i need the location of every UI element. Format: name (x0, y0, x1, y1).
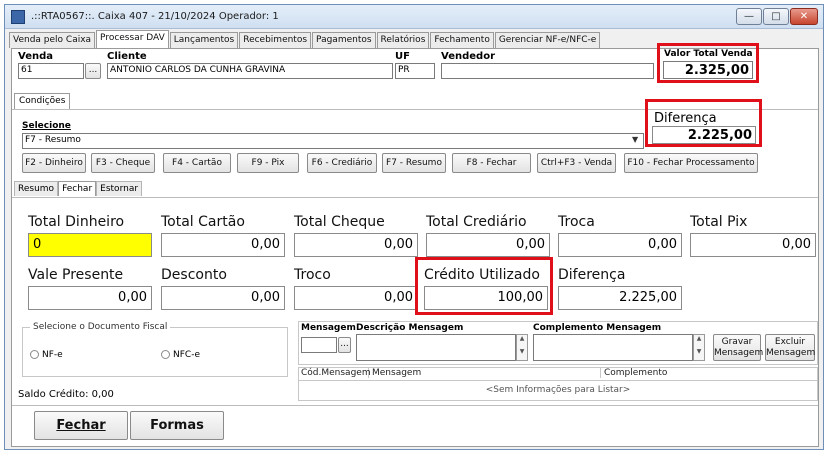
desconto-input[interactable]: 0,00 (161, 286, 285, 310)
chevron-down-icon[interactable]: ▼ (632, 135, 638, 144)
ctrl-f3-venda-button[interactable]: Ctrl+F3 - Venda (537, 153, 616, 173)
tab-resumo[interactable]: Resumo (14, 181, 59, 196)
mensagem-code-field[interactable] (301, 337, 337, 353)
tab-fechar[interactable]: Fechar (58, 181, 97, 196)
cliente-field[interactable]: ANTONIO CARLOS DA CUNHA GRAVINA (107, 63, 393, 79)
descricao-mensagem-label: Descrição Mensagem (356, 323, 464, 333)
sub-tabs: Resumo Fechar Estornar (14, 181, 143, 197)
window-title: .::RTA0567::. Caixa 407 - 21/10/2024 Ope… (31, 11, 279, 22)
maximize-icon[interactable]: □ (763, 8, 789, 25)
total-cheque-input[interactable]: 0,00 (294, 233, 418, 257)
tab-processar-dav[interactable]: Processar DAV (96, 30, 169, 48)
saldo-credito-label: Saldo Crédito: 0,00 (18, 389, 114, 400)
grid-column-mensagem[interactable]: Mensagem (369, 368, 601, 378)
title-bar: .::RTA0567::. Caixa 407 - 21/10/2024 Ope… (5, 5, 823, 29)
troca-input[interactable]: 0,00 (558, 233, 682, 257)
processar-dav-panel: Venda 61 ... Cliente ANTONIO CARLOS DA C… (11, 43, 819, 447)
vendedor-label: Vendedor (441, 51, 495, 62)
radio-nfce[interactable]: NFC-e (161, 350, 200, 360)
venda-label: Venda (18, 51, 53, 62)
total-crediario-input[interactable]: 0,00 (426, 233, 550, 257)
f9-pix-button[interactable]: F9 - Pix (237, 153, 299, 173)
tab-pagamentos[interactable]: Pagamentos (312, 32, 376, 48)
descricao-scroll[interactable]: ▲ ▼ (516, 334, 528, 361)
total-cartao-input[interactable]: 0,00 (161, 233, 285, 257)
total-dinheiro-label: Total Dinheiro (28, 214, 125, 230)
tab-estornar[interactable]: Estornar (96, 181, 143, 196)
tab-venda-pelo-caixa[interactable]: Venda pelo Caixa (9, 32, 96, 48)
vendedor-field[interactable] (441, 63, 654, 79)
minimize-icon[interactable]: — (736, 8, 762, 25)
vale-presente-label: Vale Presente (28, 267, 124, 283)
tab-recebimentos[interactable]: Recebimentos (239, 32, 312, 48)
f3-cheque-button[interactable]: F3 - Cheque (91, 153, 155, 173)
vale-presente-input[interactable]: 0,00 (28, 286, 152, 310)
f2-dinheiro-button[interactable]: F2 - Dinheiro (22, 153, 86, 173)
troca-label: Troca (558, 214, 595, 230)
radio-button-icon[interactable] (161, 350, 170, 359)
mensagem-grid-header: Cód.Mensagem Mensagem Complemento (298, 367, 818, 381)
diferenca-top-value: 2.225,00 (652, 126, 756, 144)
credito-utilizado-input[interactable]: 100,00 (424, 286, 548, 310)
diferenca-label: Diferença (558, 267, 626, 283)
uf-label: UF (395, 51, 410, 62)
radio-nfe[interactable]: NF-e (30, 350, 63, 360)
f4-cartao-button[interactable]: F4 - Cartão (163, 153, 231, 173)
mensagem-label: Mensagem (301, 323, 356, 333)
uf-field[interactable]: PR (395, 63, 435, 79)
complemento-scroll[interactable]: ▲ ▼ (693, 334, 705, 361)
excluir-mensagem-button[interactable]: Excluir Mensagem (765, 334, 815, 361)
descricao-mensagem-field[interactable] (356, 334, 516, 361)
grid-column-complemento[interactable]: Complemento (601, 368, 815, 378)
troco-label: Troco (294, 267, 331, 283)
formas-button[interactable]: Formas (130, 411, 224, 440)
f6-crediario-button[interactable]: F6 - Crediário (307, 153, 377, 173)
radio-button-icon[interactable] (30, 350, 39, 359)
grid-empty-text: <Sem Informações para Listar> (485, 385, 631, 395)
gravar-mensagem-button[interactable]: Gravar Mensagem (713, 334, 763, 361)
tab-condicoes[interactable]: Condições (14, 93, 71, 109)
venda-field[interactable]: 61 (18, 63, 84, 79)
app-window: .::RTA0567::. Caixa 407 - 21/10/2024 Ope… (4, 4, 824, 450)
cliente-label: Cliente (107, 51, 147, 62)
complemento-mensagem-label: Complemento Mensagem (533, 323, 662, 333)
credito-utilizado-label: Crédito Utilizado (424, 267, 540, 283)
radio-nfe-label: NF-e (42, 350, 63, 360)
diferenca-input: 2.225,00 (558, 286, 682, 310)
app-icon (11, 10, 25, 24)
f8-fechar-button[interactable]: F8 - Fechar (452, 153, 531, 173)
tab-relatorios[interactable]: Relatórios (376, 32, 430, 48)
tab-lancamentos[interactable]: Lançamentos (169, 32, 239, 48)
close-icon[interactable]: ✕ (790, 8, 818, 25)
total-cartao-label: Total Cartão (161, 214, 245, 230)
documento-fiscal-title: Selecione o Documento Fiscal (30, 322, 171, 332)
f10-fechar-processamento-button[interactable]: F10 - Fechar Processamento (624, 153, 758, 173)
radio-nfce-label: NFC-e (173, 350, 200, 360)
complemento-mensagem-field[interactable] (533, 334, 693, 361)
troco-input[interactable]: 0,00 (294, 286, 418, 310)
total-dinheiro-input[interactable]: 0 (28, 233, 152, 257)
selecione-dropdown[interactable]: F7 - Resumo (22, 133, 644, 149)
valor-total-label: Valor Total Venda (664, 49, 753, 59)
mensagem-lookup-button[interactable]: ... (338, 337, 351, 353)
fechar-button[interactable]: Fechar (34, 411, 128, 440)
grid-column-cod-mensagem[interactable]: Cód.Mensagem (298, 368, 371, 378)
f7-resumo-button[interactable]: F7 - Resumo (382, 153, 446, 173)
tab-fechamento[interactable]: Fechamento (430, 32, 494, 48)
valor-total-value: 2.325,00 (663, 61, 753, 79)
diferenca-top-label: Diferença (654, 111, 717, 126)
subtab-divider (12, 197, 818, 198)
total-pix-input[interactable]: 0,00 (690, 233, 816, 257)
bottom-divider (12, 405, 818, 406)
total-crediario-label: Total Crediário (426, 214, 527, 230)
tab-gerenciar-nfe[interactable]: Gerenciar NF-e/NFC-e (494, 32, 601, 48)
desconto-label: Desconto (161, 267, 227, 283)
main-tabs: Venda pelo Caixa Processar DAV Lançamentos… (9, 30, 601, 48)
venda-lookup-button[interactable]: ... (85, 63, 101, 79)
total-cheque-label: Total Cheque (294, 214, 385, 230)
total-pix-label: Total Pix (690, 214, 748, 230)
selecione-label: Selecione (22, 121, 71, 131)
